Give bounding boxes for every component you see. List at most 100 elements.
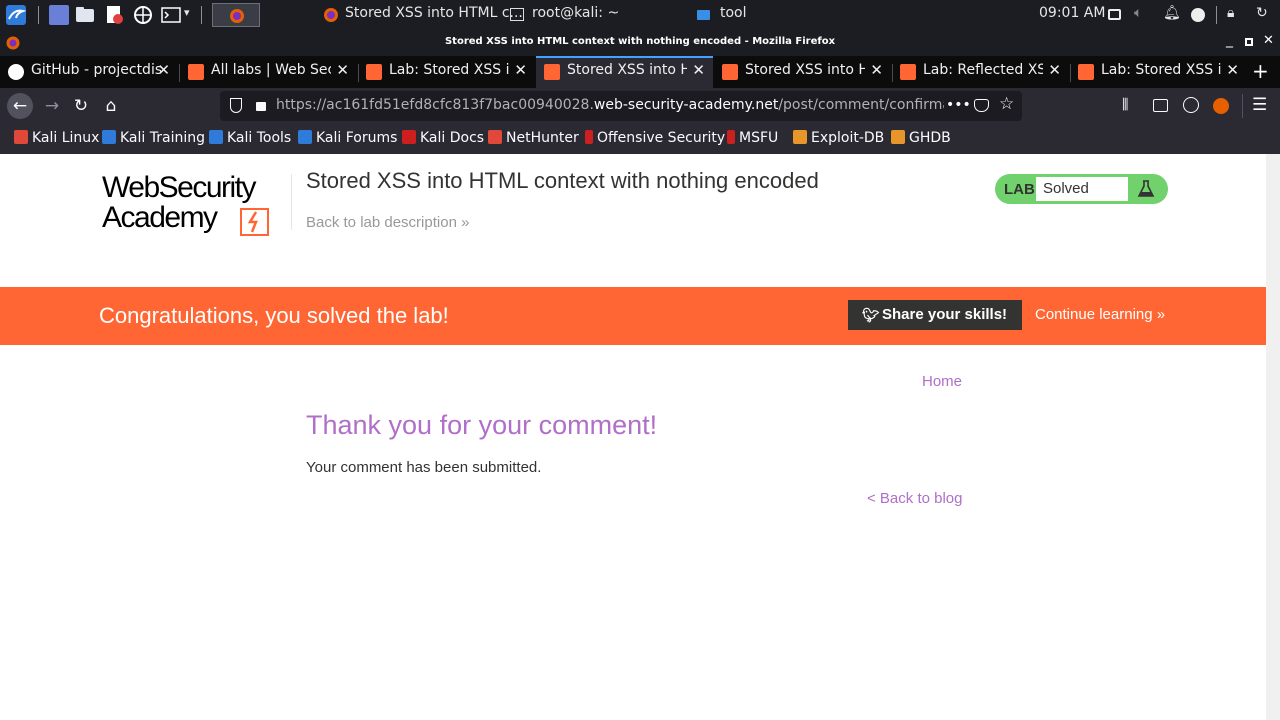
chevron-down-icon[interactable]: ▾ [184, 6, 190, 19]
taskbar-separator [1216, 6, 1217, 24]
kali-icon [14, 130, 28, 144]
tab-strip: GitHub - projectdisc ✕ All labs | Web Se… [0, 56, 1280, 88]
tracking-protection-icon[interactable] [230, 98, 242, 113]
tab-lab-stored-xss-3[interactable]: Lab: Stored XSS int ✕ [1070, 56, 1247, 88]
lab-label: LAB [1004, 181, 1035, 198]
taskbar-window-terminal[interactable]: root@kali: ~ [532, 5, 619, 21]
taskbar-separator [201, 6, 202, 24]
volume-icon[interactable]: 🔈︎ [1134, 5, 1142, 21]
forward-button[interactable]: → [39, 93, 65, 119]
text-editor-icon[interactable] [104, 5, 124, 25]
tab-all-labs[interactable]: All labs | Web Secur ✕ [180, 56, 357, 88]
home-button[interactable]: ⌂ [98, 93, 124, 119]
file-manager-icon[interactable] [75, 5, 95, 25]
taskbar-window-folder[interactable]: tool [720, 5, 747, 21]
tab-label: All labs | Web Secur [211, 62, 331, 78]
web-security-academy-logo[interactable]: WebSecurity Academy [102, 172, 292, 242]
url-bar[interactable]: https://ac161fd51efd8cfc813f7bac00940028… [220, 91, 1022, 121]
kali-icon [298, 130, 312, 144]
pocket-icon[interactable] [974, 99, 989, 112]
sidebar-icon[interactable] [1153, 99, 1168, 112]
power-status-icon[interactable] [1191, 8, 1205, 22]
folder-icon [697, 10, 710, 20]
share-skills-button[interactable]: 🐦︎ Share your skills! [848, 300, 1022, 330]
tab-label: GitHub - projectdisc [31, 62, 161, 78]
tab-lab-stored-xss-1[interactable]: Lab: Stored XSS int ✕ [358, 56, 535, 88]
url-text[interactable]: https://ac161fd51efd8cfc813f7bac00940028… [276, 97, 944, 113]
account-icon[interactable] [1183, 97, 1199, 113]
logout-icon[interactable]: ↻ [1256, 5, 1268, 21]
maximize-button[interactable] [1245, 38, 1253, 46]
minimize-button[interactable]: _ [1226, 32, 1233, 48]
close-tab-icon[interactable]: ✕ [157, 61, 170, 79]
tab-label: Lab: Reflected XSS i [923, 62, 1043, 78]
lock-icon[interactable]: 🔒︎ [1227, 5, 1234, 21]
bookmark-kali-linux[interactable]: Kali Linux [14, 130, 99, 146]
tab-stored-xss-active[interactable]: Stored XSS into HTI ✕ [536, 56, 713, 88]
twitter-icon: 🐦︎ [862, 307, 880, 323]
page-scrollbar[interactable] [1266, 154, 1280, 720]
active-window-button[interactable] [212, 3, 260, 27]
tab-stored-xss-2[interactable]: Stored XSS into HT ✕ [714, 56, 891, 88]
tab-label: Lab: Stored XSS int [389, 62, 509, 78]
close-tab-icon[interactable]: ✕ [870, 61, 883, 79]
back-to-lab-description-link[interactable]: Back to lab description » [306, 214, 469, 231]
window-titlebar: Stored XSS into HTML context with nothin… [0, 30, 1280, 56]
navigation-toolbar: ← → ↻ ⌂ https://ac161fd51efd8cfc813f7bac… [0, 88, 1280, 124]
clock[interactable]: 09:01 AM [1039, 5, 1105, 21]
display-icon[interactable] [1108, 9, 1121, 20]
show-desktop-icon[interactable] [49, 5, 69, 25]
taskbar-window-firefox[interactable]: Stored XSS into HTML c... [345, 5, 523, 21]
bookmark-offensive-security[interactable]: Offensive Security [585, 130, 725, 146]
continue-learning-link[interactable]: Continue learning » [1035, 306, 1165, 323]
bookmarks-toolbar: Kali Linux Kali Training Kali Tools Kali… [0, 124, 1280, 154]
web-browser-icon[interactable] [133, 5, 153, 25]
exploit-db-icon [891, 130, 905, 144]
reload-button[interactable]: ↻ [68, 93, 94, 119]
bookmark-exploit-db[interactable]: Exploit-DB [793, 130, 884, 146]
home-link[interactable]: Home [922, 373, 962, 390]
close-window-button[interactable]: ✕ [1263, 33, 1274, 48]
notification-bell-icon[interactable]: 🔔︎ [1163, 5, 1181, 21]
tab-github[interactable]: GitHub - projectdisc ✕ [0, 56, 178, 88]
offsec-icon [727, 130, 735, 144]
offsec-icon [585, 130, 593, 144]
bookmark-nethunter[interactable]: NetHunter [488, 130, 579, 146]
tab-label: Stored XSS into HT [745, 62, 865, 78]
bookmark-kali-docs[interactable]: Kali Docs [402, 130, 484, 146]
bookmark-kali-forums[interactable]: Kali Forums [298, 130, 397, 146]
back-button[interactable]: ← [7, 93, 33, 119]
hamburger-menu-icon[interactable]: ☰ [1252, 95, 1267, 115]
bookmark-kali-training[interactable]: Kali Training [102, 130, 205, 146]
back-to-blog-link[interactable]: < Back to blog [867, 490, 962, 507]
kali-menu-icon[interactable] [6, 5, 27, 25]
page-actions-button[interactable]: ••• [946, 97, 971, 113]
window-title: Stored XSS into HTML context with nothin… [444, 36, 836, 47]
bookmark-star-icon[interactable]: ☆ [999, 94, 1014, 114]
tab-label: Stored XSS into HTI [567, 62, 687, 78]
portswigger-icon [900, 64, 916, 80]
library-icon[interactable]: ⫼ [1122, 97, 1128, 113]
close-tab-icon[interactable]: ✕ [692, 61, 705, 79]
header-divider [291, 174, 292, 230]
taskbar: ▾ Stored XSS into HTML c... root@kali: ~… [0, 0, 1280, 30]
exploit-db-icon [793, 130, 807, 144]
logo-text-line1: WebSecurity [102, 171, 257, 204]
kali-icon [488, 130, 502, 144]
close-tab-icon[interactable]: ✕ [1048, 61, 1061, 79]
bookmark-ghdb[interactable]: GHDB [891, 130, 951, 146]
tab-lab-reflected-xss[interactable]: Lab: Reflected XSS i ✕ [892, 56, 1069, 88]
close-tab-icon[interactable]: ✕ [336, 61, 349, 79]
lock-icon[interactable] [256, 102, 266, 111]
terminal-icon[interactable] [161, 5, 181, 25]
share-button-label: Share your skills! [882, 306, 1008, 323]
close-tab-icon[interactable]: ✕ [514, 61, 527, 79]
lab-status-badge: LAB Solved [995, 174, 1168, 204]
bookmark-msfu[interactable]: MSFU [727, 130, 778, 146]
portswigger-icon [366, 64, 382, 80]
bookmark-kali-tools[interactable]: Kali Tools [209, 130, 291, 146]
lab-status: Solved [1036, 177, 1128, 201]
close-tab-icon[interactable]: ✕ [1226, 61, 1239, 79]
extension-icon[interactable] [1213, 98, 1229, 114]
new-tab-button[interactable]: + [1252, 59, 1269, 83]
